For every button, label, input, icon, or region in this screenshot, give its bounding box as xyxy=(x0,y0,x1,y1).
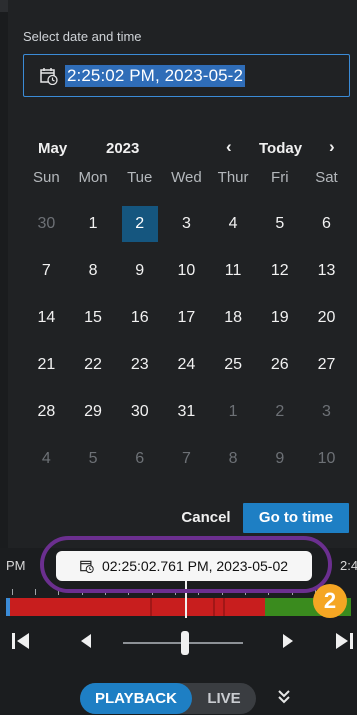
calendar-day[interactable]: 25 xyxy=(210,347,257,383)
next-month-button[interactable]: › xyxy=(329,137,335,157)
calendar-day[interactable]: 24 xyxy=(163,347,210,383)
calendar-day[interactable]: 10 xyxy=(303,441,350,477)
calendar-day[interactable]: 9 xyxy=(116,253,163,289)
calendar-day[interactable]: 17 xyxy=(163,300,210,336)
calendar-day[interactable]: 13 xyxy=(303,253,350,289)
calendar-day[interactable]: 1 xyxy=(210,394,257,430)
month-select[interactable]: May xyxy=(38,140,67,157)
weekday-label: Tue xyxy=(127,169,153,186)
expand-chevron-icon[interactable] xyxy=(276,688,292,706)
calendar-day[interactable]: 12 xyxy=(256,253,303,289)
step-back-icon[interactable] xyxy=(76,630,98,652)
calendar-week: 14 15 16 17 18 19 20 xyxy=(23,300,350,336)
calendar-day[interactable]: 7 xyxy=(23,253,70,289)
calendar-clock-icon xyxy=(40,67,58,85)
weekday-label: Mon xyxy=(78,169,108,186)
weekday-label: Sun xyxy=(32,169,60,186)
calendar-day[interactable]: 6 xyxy=(303,206,350,242)
calendar-week: 21 22 23 24 25 26 27 xyxy=(23,347,350,383)
selected-day-label: 2 xyxy=(121,206,158,242)
calendar-week: 30 1 2 3 4 5 6 xyxy=(23,206,350,242)
calendar-day[interactable]: 6 xyxy=(116,441,163,477)
prev-month-button[interactable]: ‹ xyxy=(226,137,232,157)
date-time-value: 2:25:02 PM, 2023-05-2 xyxy=(65,64,245,87)
calendar-day[interactable]: 19 xyxy=(256,300,303,336)
calendar-grid: Sun Mon Tue Wed Thur Fri Sat 30 1 2 3 4 … xyxy=(23,162,350,477)
calendar-day[interactable]: 26 xyxy=(256,347,303,383)
skip-to-end-icon[interactable] xyxy=(333,630,355,652)
weekday-label: Wed xyxy=(171,169,202,186)
calendar-day[interactable]: 18 xyxy=(210,300,257,336)
calendar-day[interactable]: 2 xyxy=(256,394,303,430)
highlight-ring xyxy=(40,536,332,593)
cancel-button[interactable]: Cancel xyxy=(175,503,237,533)
calendar-day[interactable]: 8 xyxy=(210,441,257,477)
calendar-day[interactable]: 7 xyxy=(163,441,210,477)
date-time-input[interactable]: 2:25:02 PM, 2023-05-2 xyxy=(23,54,350,97)
step-forward-icon[interactable] xyxy=(276,630,298,652)
calendar-day[interactable]: 4 xyxy=(23,441,70,477)
calendar-day[interactable]: 21 xyxy=(23,347,70,383)
calendar-day[interactable]: 8 xyxy=(70,253,117,289)
calendar-week: 28 29 30 31 1 2 3 xyxy=(23,394,350,430)
live-tab[interactable]: LIVE xyxy=(192,683,256,714)
calendar-day-selected[interactable]: 2 xyxy=(116,206,163,242)
calendar-day[interactable]: 9 xyxy=(256,441,303,477)
playback-tab[interactable]: PLAYBACK xyxy=(80,683,192,714)
mode-toggle: PLAYBACK LIVE xyxy=(80,683,256,714)
weekday-label: Fri xyxy=(271,169,289,186)
calendar-day[interactable]: 11 xyxy=(210,253,257,289)
calendar-day[interactable]: 5 xyxy=(256,206,303,242)
calendar-day[interactable]: 27 xyxy=(303,347,350,383)
calendar-day[interactable]: 15 xyxy=(70,300,117,336)
calendar-day[interactable]: 30 xyxy=(23,206,70,242)
calendar-day[interactable]: 10 xyxy=(163,253,210,289)
calendar-day[interactable]: 28 xyxy=(23,394,70,430)
calendar-day[interactable]: 29 xyxy=(70,394,117,430)
picker-label: Select date and time xyxy=(23,29,142,44)
speed-slider-knob[interactable] xyxy=(181,631,189,655)
calendar-day[interactable]: 20 xyxy=(303,300,350,336)
calendar-week: 4 5 6 7 8 9 10 xyxy=(23,441,350,477)
calendar-week: 7 8 9 10 11 12 13 xyxy=(23,253,350,289)
calendar-day[interactable]: 1 xyxy=(70,206,117,242)
recording-bar[interactable] xyxy=(6,598,351,616)
calendar-day[interactable]: 14 xyxy=(23,300,70,336)
skip-to-start-icon[interactable] xyxy=(10,630,32,652)
calendar-day[interactable]: 30 xyxy=(116,394,163,430)
weekday-label: Sat xyxy=(315,169,338,186)
timeline-label-left: PM xyxy=(6,558,26,573)
timeline-label-right: 2:4 xyxy=(340,558,357,573)
calendar-day[interactable]: 5 xyxy=(70,441,117,477)
step-badge: 2 xyxy=(313,584,347,618)
year-select[interactable]: 2023 xyxy=(106,140,139,157)
calendar-day[interactable]: 22 xyxy=(70,347,117,383)
today-button[interactable]: Today xyxy=(259,140,302,157)
calendar-day[interactable]: 23 xyxy=(116,347,163,383)
weekday-header: Sun Mon Tue Wed Thur Fri Sat xyxy=(23,162,350,194)
weekday-label: Thur xyxy=(217,169,249,186)
go-to-time-button[interactable]: Go to time xyxy=(243,503,349,533)
calendar-day[interactable]: 3 xyxy=(163,206,210,242)
calendar-day[interactable]: 4 xyxy=(210,206,257,242)
calendar-day[interactable]: 31 xyxy=(163,394,210,430)
calendar-day[interactable]: 16 xyxy=(116,300,163,336)
calendar-day[interactable]: 3 xyxy=(303,394,350,430)
